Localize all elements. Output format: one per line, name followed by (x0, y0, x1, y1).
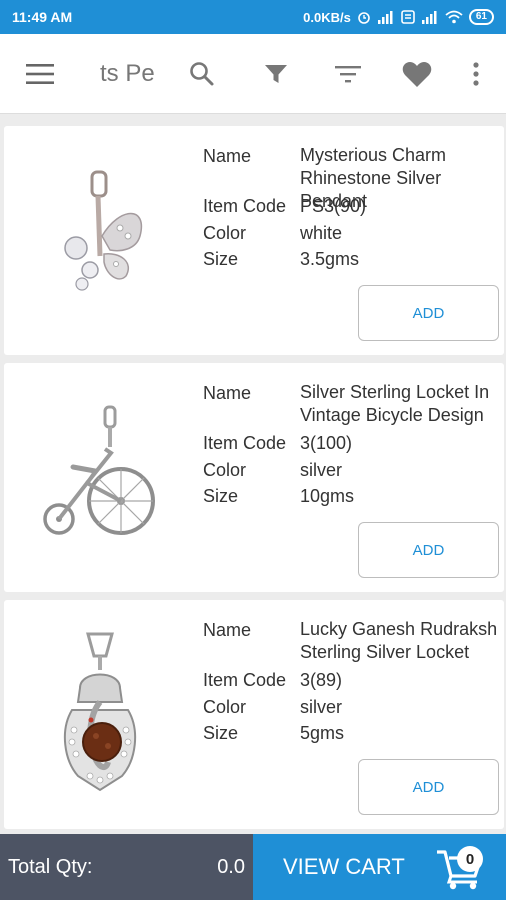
bottom-bar: Total Qty: 0.0 VIEW CART 0 (0, 834, 506, 900)
product-name: Silver Sterling Locket In Vintage Bicycl… (300, 382, 490, 425)
product-item-code: 3(100) (300, 433, 353, 453)
product-image-ganesh-locket[interactable] (30, 620, 170, 810)
status-bar: 11:49 AM 0.0KB/s 61 (0, 0, 506, 34)
name-label: Name (203, 146, 252, 166)
total-qty-value: 0.0 (217, 855, 245, 878)
alarm-icon (357, 10, 371, 24)
total-qty-label: Total Qty: (8, 855, 93, 878)
view-cart-label: VIEW CART (283, 854, 405, 879)
status-icons: 0.0KB/s 61 (303, 9, 494, 25)
item-code-label: Item Code (203, 196, 287, 216)
sim-icon (401, 10, 415, 24)
color-label: Color (203, 697, 247, 717)
signal-icon-2 (421, 10, 439, 24)
add-button[interactable]: ADD (358, 759, 499, 815)
heart-icon[interactable] (393, 34, 441, 114)
add-button[interactable]: ADD (358, 285, 499, 341)
name-label: Name (203, 383, 252, 403)
product-card[interactable]: Name Mysterious Charm Rhinestone Silver … (4, 126, 504, 355)
color-label: Color (203, 223, 247, 243)
cart-count-badge: 0 (457, 846, 483, 872)
product-image-bicycle-locket[interactable] (30, 383, 170, 573)
product-item-code: PS3(90) (300, 196, 367, 216)
add-button[interactable]: ADD (358, 522, 499, 578)
product-card[interactable]: Name Silver Sterling Locket In Vintage B… (4, 363, 504, 592)
battery-icon: 61 (468, 9, 494, 25)
net-speed: 0.0KB/s (303, 9, 351, 25)
product-color: silver (300, 697, 343, 717)
size-label: Size (203, 249, 239, 269)
color-label: Color (203, 460, 247, 480)
size-label: Size (203, 486, 239, 506)
item-code-label: Item Code (203, 670, 287, 690)
item-code-label: Item Code (203, 433, 287, 453)
product-name: Lucky Ganesh Rudraksh Sterling Silver Lo… (300, 619, 498, 662)
product-item-code: 3(89) (300, 670, 343, 690)
search-icon[interactable] (178, 34, 226, 114)
wifi-icon (445, 10, 463, 24)
name-label: Name (203, 620, 252, 640)
signal-icon (377, 10, 395, 24)
total-qty-panel: Total Qty: 0.0 (0, 834, 253, 900)
product-image-butterfly-pendant[interactable] (30, 146, 170, 336)
product-size: 3.5gms (300, 249, 360, 269)
product-color: white (300, 223, 343, 243)
status-time: 11:49 AM (12, 9, 73, 25)
toolbar-title: ts Pe (100, 60, 155, 87)
view-cart-button[interactable]: VIEW CART 0 (253, 834, 506, 900)
size-label: Size (203, 723, 239, 743)
more-vert-icon[interactable] (452, 34, 500, 114)
sort-icon[interactable] (324, 34, 372, 114)
toolbar: ts Pe (0, 34, 506, 114)
product-size: 5gms (300, 723, 345, 743)
filter-icon[interactable] (252, 34, 300, 114)
product-card[interactable]: Name Lucky Ganesh Rudraksh Sterling Silv… (4, 600, 504, 829)
menu-icon[interactable] (16, 34, 64, 114)
product-color: silver (300, 460, 343, 480)
product-size: 10gms (300, 486, 355, 506)
